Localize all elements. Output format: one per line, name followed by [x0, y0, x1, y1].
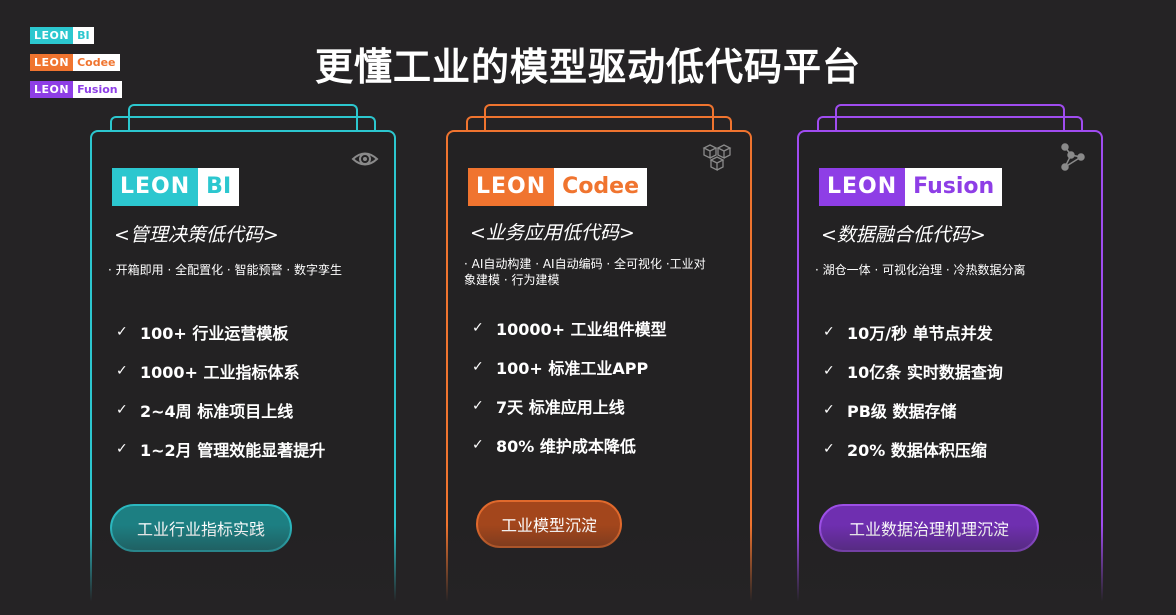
metric-list: ✓ 10000+ 工业组件模型 ✓ 100+ 标准工业APP ✓ 7天 标准应用上线 … [472, 308, 734, 464]
card-body: LEON BI <管理决策低代码> · 开箱即用 · 全配置化 · 智能预警 ·… [88, 130, 398, 615]
list-item: ✓ 100+ 标准工业APP [472, 347, 734, 386]
card-subtitle: <管理决策低代码> [114, 224, 279, 246]
product-logo: LEON Codee [468, 168, 648, 206]
metric-text: 2~4周 标准项目上线 [140, 401, 294, 421]
card-bi: LEON BI <管理决策低代码> · 开箱即用 · 全配置化 · 智能预警 ·… [88, 104, 398, 615]
card-subtitle: <数据融合低代码> [821, 224, 986, 246]
list-item: ✓ PB级 数据存储 [823, 390, 1085, 429]
metric-list: ✓ 100+ 行业运营模板 ✓ 1000+ 工业指标体系 ✓ 2~4周 标准项目上线 … [116, 312, 378, 468]
check-icon: ✓ [472, 319, 484, 336]
card-codee: LEON Codee <业务应用低代码> · AI自动构建 · AI自动编码 ·… [444, 104, 754, 615]
card-fade [88, 525, 398, 615]
metric-list: ✓ 10万/秒 单节点并发 ✓ 10亿条 实时数据查询 ✓ PB级 数据存储 ✓ 20%… [823, 312, 1085, 468]
logo-product: BI [198, 168, 240, 206]
product-logo: LEON Fusion [819, 168, 1003, 206]
metric-text: 100+ 行业运营模板 [140, 323, 289, 343]
metric-text: 100+ 标准工业APP [496, 358, 649, 378]
check-icon: ✓ [472, 397, 484, 414]
metric-text: 1000+ 工业指标体系 [140, 362, 300, 382]
list-item: ✓ 10亿条 实时数据查询 [823, 351, 1085, 390]
feature-tags: · AI自动构建 · AI自动编码 · 全可视化 ·工业对象建模 · 行为建模 [464, 257, 706, 287]
logo-leon: LEON [112, 168, 199, 206]
network-icon [1061, 143, 1085, 171]
card-body: LEON Codee <业务应用低代码> · AI自动构建 · AI自动编码 ·… [444, 130, 754, 615]
check-icon: ✓ [116, 440, 128, 457]
metric-text: 7天 标准应用上线 [496, 397, 625, 417]
list-item: ✓ 1~2月 管理效能显著提升 [116, 429, 378, 468]
check-icon: ✓ [472, 436, 484, 453]
feature-tags: · 湖仓一体 · 可视化治理 · 冷热数据分离 [815, 263, 1026, 277]
feature-tags: · 开箱即用 · 全配置化 · 智能预警 · 数字孪生 [108, 263, 342, 277]
card-body: LEON Fusion <数据融合低代码> · 湖仓一体 · 可视化治理 · 冷… [795, 130, 1105, 615]
metric-text: 10万/秒 单节点并发 [847, 323, 993, 343]
logo-leon: LEON [819, 168, 906, 206]
list-item: ✓ 80% 维护成本降低 [472, 425, 734, 464]
check-icon: ✓ [472, 358, 484, 375]
metric-text: 10000+ 工业组件模型 [496, 319, 667, 339]
list-item: ✓ 100+ 行业运营模板 [116, 312, 378, 351]
metric-text: 20% 数据体积压缩 [847, 440, 987, 460]
card-fusion: LEON Fusion <数据融合低代码> · 湖仓一体 · 可视化治理 · 冷… [795, 104, 1105, 615]
metric-text: PB级 数据存储 [847, 401, 957, 421]
metric-text: 1~2月 管理效能显著提升 [140, 440, 326, 460]
list-item: ✓ 10000+ 工业组件模型 [472, 308, 734, 347]
page-title: 更懂工业的模型驱动低代码平台 [314, 45, 861, 89]
metric-text: 80% 维护成本降低 [496, 436, 636, 456]
check-icon: ✓ [823, 401, 835, 418]
list-item: ✓ 1000+ 工业指标体系 [116, 351, 378, 390]
card-fade [795, 525, 1105, 615]
list-item: ✓ 10万/秒 单节点并发 [823, 312, 1085, 351]
check-icon: ✓ [116, 401, 128, 418]
metric-text: 10亿条 实时数据查询 [847, 362, 1003, 382]
card-subtitle: <业务应用低代码> [470, 222, 635, 244]
logo-leon: LEON [468, 168, 555, 206]
check-icon: ✓ [116, 362, 128, 379]
cubes-icon [702, 144, 732, 172]
product-logo: LEON BI [112, 168, 240, 206]
check-icon: ✓ [823, 440, 835, 457]
list-item: ✓ 20% 数据体积压缩 [823, 429, 1085, 468]
check-icon: ✓ [823, 362, 835, 379]
eye-icon [351, 152, 379, 166]
list-item: ✓ 7天 标准应用上线 [472, 386, 734, 425]
logo-product: Fusion [905, 168, 1003, 206]
check-icon: ✓ [116, 323, 128, 340]
check-icon: ✓ [823, 323, 835, 340]
list-item: ✓ 2~4周 标准项目上线 [116, 390, 378, 429]
card-fade [444, 525, 754, 615]
logo-product: Codee [554, 168, 648, 206]
